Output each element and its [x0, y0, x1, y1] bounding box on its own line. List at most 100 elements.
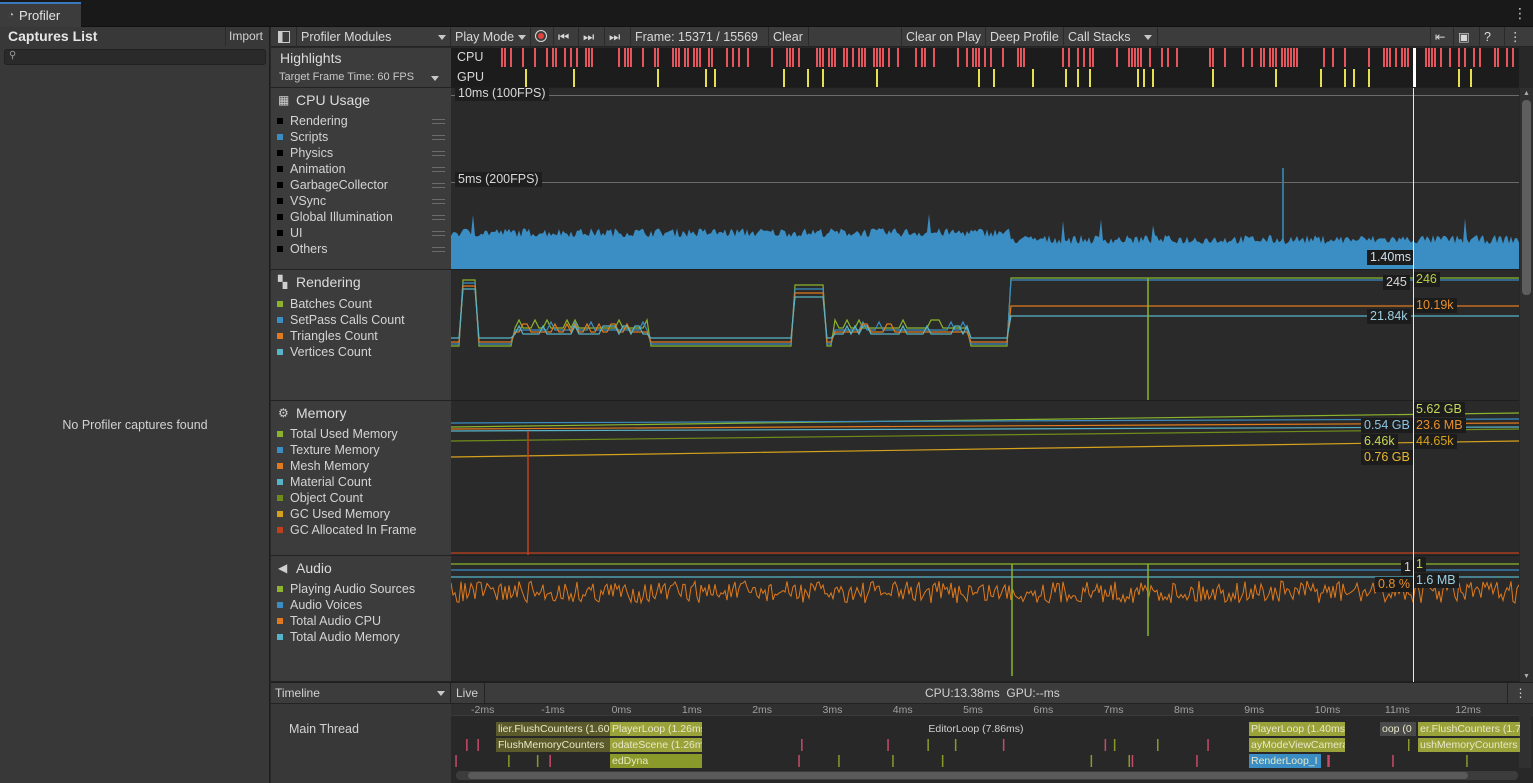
record-button[interactable] [531, 27, 554, 47]
timeline-sample-block[interactable]: PlayerLoop (1.26ms [610, 722, 702, 736]
more-options-icon[interactable]: ⋮ [1505, 27, 1533, 47]
chevron-down-icon[interactable] [431, 76, 439, 81]
legend-label: Scripts [290, 130, 329, 144]
drag-handle-icon[interactable] [432, 247, 445, 252]
timeline-horizontal-scrollbar[interactable] [456, 771, 1518, 780]
legend-item[interactable]: GC Used Memory [277, 506, 390, 522]
step-back-icon: ⏮ [558, 30, 570, 44]
clear-button[interactable]: Clear [769, 27, 809, 47]
legend-item[interactable]: Object Count [277, 490, 363, 506]
rendering-series-line [451, 277, 1519, 347]
timeline-sample-block[interactable]: PlayerLoop (1.40ms) [1249, 722, 1345, 736]
timeline-sample-block[interactable]: ushMemoryCounters [1418, 738, 1520, 752]
rendering-module[interactable]: ▚ Rendering Batches Count SetPass Calls C… [271, 270, 451, 401]
audio-graph[interactable]: 1 1 0.8 % 1.6 MB [451, 556, 1519, 682]
legend-item[interactable]: UI [277, 225, 303, 241]
legend-item[interactable]: Total Audio Memory [277, 629, 400, 645]
save-capture-icon[interactable]: ▣ [1454, 27, 1480, 47]
legend-item[interactable]: GC Allocated In Frame [277, 522, 416, 538]
legend-item[interactable]: Total Audio CPU [277, 613, 381, 629]
main-thread-label[interactable]: Main Thread [289, 722, 359, 736]
legend-item[interactable]: Total Used Memory [277, 426, 398, 442]
call-stacks-dropdown[interactable]: Call Stacks [1064, 27, 1158, 47]
profiler-window-tab[interactable]: ◔ Profiler [0, 2, 81, 27]
legend-item[interactable]: SetPass Calls Count [277, 312, 405, 328]
rendering-graph[interactable]: 245 246 10.19k 21.84k [451, 270, 1519, 401]
modules-scrollbar[interactable]: ▲ ▼ [1520, 88, 1533, 682]
timeline-vertical-scrollbar[interactable] [1519, 708, 1531, 768]
legend-item[interactable]: Material Count [277, 474, 371, 490]
timeline-options-icon[interactable]: ⋮ [1507, 683, 1533, 704]
legend-item[interactable]: Vertices Count [277, 344, 371, 360]
cpu-highlight-bar [1296, 48, 1298, 67]
legend-item[interactable]: Texture Memory [277, 442, 380, 458]
cpu-highlight-bar [510, 48, 512, 67]
legend-item[interactable]: Triangles Count [277, 328, 378, 344]
window-menu-icon[interactable]: ⋮ [1513, 5, 1527, 22]
highlights-module[interactable]: Highlights Target Frame Time: 60 FPS [271, 48, 451, 88]
timeline-sample-block[interactable]: er.FlushCounters (1.7 [1418, 722, 1520, 736]
timeline-sample-block[interactable]: lier.FlushCounters (1.60 [496, 722, 610, 736]
memory-module[interactable]: ⚙ Memory Total Used Memory Texture Memory… [271, 401, 451, 556]
timeline-sample-block[interactable]: FlushMemoryCounters [496, 738, 610, 752]
legend-item[interactable]: Batches Count [277, 296, 372, 312]
drag-handle-icon[interactable] [432, 183, 445, 188]
target-frame-time[interactable]: Target Frame Time: 60 FPS [279, 71, 414, 83]
audio-module[interactable]: ◀ Audio Playing Audio Sources Audio Voice… [271, 556, 451, 682]
timeline-sample-block[interactable]: RenderLoop_I [1249, 754, 1321, 768]
timeline-sample-block[interactable]: ayModeViewCameras [1249, 738, 1345, 752]
drag-handle-icon[interactable] [432, 119, 445, 124]
panel-toggle-icon[interactable] [271, 27, 297, 47]
timeline-sample-block[interactable]: odateScene (1.26m [610, 738, 702, 752]
timeline-sample-block[interactable]: oop (0 [1380, 722, 1416, 736]
help-icon[interactable]: ? [1480, 27, 1505, 47]
captures-search-input[interactable]: ⚲ [4, 49, 266, 65]
legend-item[interactable]: Rendering [277, 113, 348, 129]
legend-item[interactable]: Scripts [277, 129, 328, 145]
legend-item[interactable]: Audio Voices [277, 597, 362, 613]
cpu-usage-module[interactable]: ▦ CPU Usage Rendering Scripts Physics Anima… [271, 88, 451, 270]
scroll-up-icon[interactable]: ▲ [1523, 90, 1530, 97]
highlights-graph[interactable]: CPU GPU [451, 48, 1519, 88]
legend-item[interactable]: Animation [277, 161, 346, 177]
profiler-modules-dropdown[interactable]: Profiler Modules [297, 27, 451, 47]
legend-item[interactable]: Physics [277, 145, 333, 161]
cpu-highlight-bar [1212, 48, 1214, 67]
legend-item[interactable]: Mesh Memory [277, 458, 369, 474]
scrollbar-thumb[interactable] [1522, 100, 1531, 295]
live-toggle[interactable]: Live [451, 683, 485, 704]
drag-handle-icon[interactable] [432, 215, 445, 220]
timeline-scroll-thumb[interactable] [468, 772, 1468, 779]
load-capture-icon[interactable]: ⇤ [1430, 27, 1454, 47]
cpu-highlight-bar [1386, 48, 1388, 67]
current-frame-button[interactable]: ⏭ [605, 27, 631, 47]
previous-frame-button[interactable]: ⏮ [554, 27, 579, 47]
play-mode-dropdown[interactable]: Play Mode [451, 27, 531, 47]
import-button[interactable]: Import [225, 27, 268, 46]
drag-handle-icon[interactable] [432, 231, 445, 236]
timeline-sample-block[interactable]: edDyna [610, 754, 702, 768]
drag-handle-icon[interactable] [432, 199, 445, 204]
selected-frame-marker[interactable] [1413, 88, 1414, 682]
cpu-highlight-bar [588, 48, 590, 67]
legend-item[interactable]: GarbageCollector [277, 177, 388, 193]
legend-label: Total Used Memory [290, 427, 398, 441]
memory-graph[interactable]: 5.62 GB 0.54 GB 23.6 MB 6.46k 44.65k 0.7… [451, 401, 1519, 556]
drag-handle-icon[interactable] [432, 167, 445, 172]
timeline-header: Timeline Live CPU:13.38ms GPU:--ms ⋮ [271, 682, 1533, 704]
legend-item[interactable]: Playing Audio Sources [277, 581, 415, 597]
timeline-sample-block[interactable]: EditorLoop (7.86ms) [702, 722, 1248, 736]
timeline-view-dropdown[interactable]: Timeline [271, 683, 451, 704]
next-frame-button[interactable]: ⏭ [579, 27, 605, 47]
cpu-highlight-bar [1224, 48, 1226, 67]
legend-item[interactable]: VSync [277, 193, 326, 209]
legend-item[interactable]: Global Illumination [277, 209, 393, 225]
cpu-usage-graph[interactable]: 10ms (100FPS) 5ms (200FPS) 1.40ms [451, 88, 1519, 270]
audio-value-1: 1 [1413, 557, 1426, 572]
legend-item[interactable]: Others [277, 241, 328, 257]
drag-handle-icon[interactable] [432, 135, 445, 140]
deep-profile-toggle[interactable]: Deep Profile [986, 27, 1064, 47]
drag-handle-icon[interactable] [432, 151, 445, 156]
scroll-down-icon[interactable]: ▼ [1523, 673, 1530, 680]
clear-on-play-toggle[interactable]: Clear on Play [901, 27, 986, 47]
